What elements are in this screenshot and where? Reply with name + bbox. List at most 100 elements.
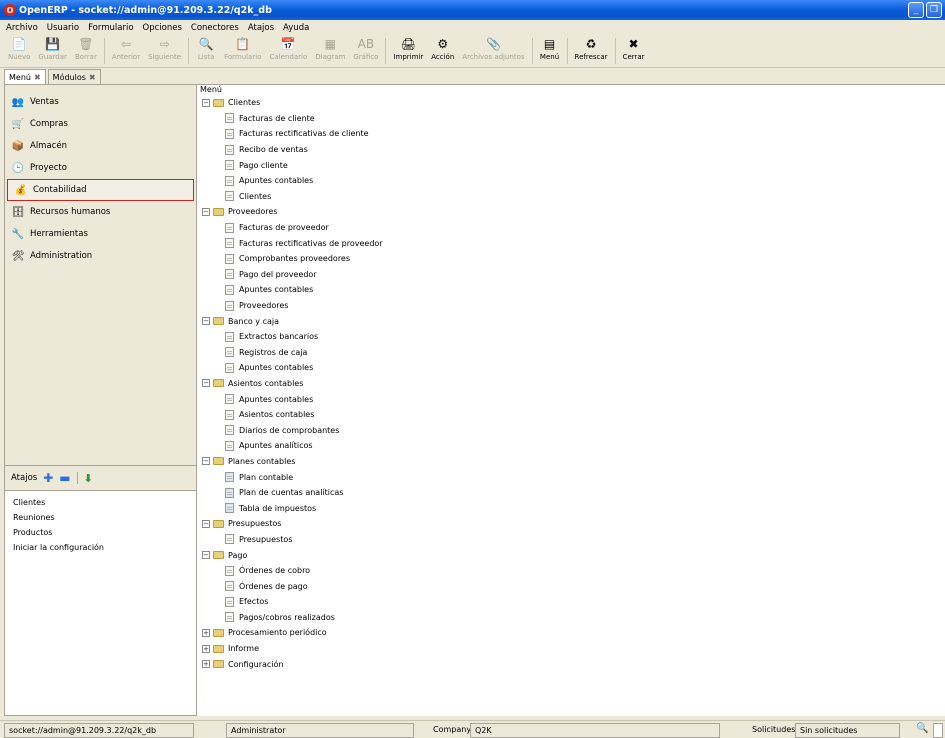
menu-formulario[interactable]: Formulario (88, 23, 133, 33)
tree-item-extractos-bancarios[interactable]: Extractos bancarios (200, 329, 945, 345)
tree-item-clientes[interactable]: Clientes (200, 189, 945, 205)
tree-item-pagos-cobros-realizados[interactable]: Pagos/cobros realizados (200, 610, 945, 626)
tree-folder-procesamiento-periodico[interactable]: + Procesamiento periódico (200, 625, 945, 641)
formulario-button[interactable]: 📋 Formulario (220, 36, 265, 66)
tree-item-apuntes-contables[interactable]: Apuntes contables (200, 391, 945, 407)
accion-button[interactable]: ⚙ Acción (427, 36, 458, 66)
tree-item-ordenes-de-pago[interactable]: Órdenes de pago (200, 578, 945, 594)
tree-item-presupuestos[interactable]: Presupuestos (200, 532, 945, 548)
add-shortcut-icon[interactable]: ✚ (43, 471, 53, 485)
collapse-icon[interactable]: − (202, 98, 210, 107)
status-end-box (933, 723, 943, 738)
module-proyecto[interactable]: 🕒 Proyecto (5, 157, 196, 179)
tree-item-facturas-rectificativas-de-cliente[interactable]: Facturas rectificativas de cliente (200, 126, 945, 142)
collapse-icon[interactable]: − (202, 519, 210, 528)
tree-item-tabla-de-impuestos[interactable]: Tabla de impuestos (200, 500, 945, 516)
shortcut-clientes[interactable]: Clientes (13, 495, 188, 510)
menu-opciones[interactable]: Opciones (143, 23, 182, 33)
close-icon[interactable]: ✖ (34, 73, 41, 82)
tree-folder-banco-y-caja[interactable]: − Banco y caja (200, 313, 945, 329)
shortcut-productos[interactable]: Productos (13, 525, 188, 540)
grafico-button[interactable]: AB Gráfico (349, 36, 382, 66)
tree-item-apuntes-contables[interactable]: Apuntes contables (200, 173, 945, 189)
tree-folder-proveedores[interactable]: − Proveedores (200, 204, 945, 220)
tree-item-apuntes-contables[interactable]: Apuntes contables (200, 360, 945, 376)
remove-shortcut-icon[interactable]: ▬ (59, 471, 70, 485)
restore-button[interactable]: ❐ (926, 2, 942, 18)
module-almacen[interactable]: 📦 Almacén (5, 135, 196, 157)
collapse-icon[interactable]: − (202, 551, 210, 560)
guardar-button[interactable]: 💾 Guardar (34, 36, 71, 66)
tree-item-efectos[interactable]: Efectos (200, 594, 945, 610)
tree-folder-asientos-contables[interactable]: − Asientos contables (200, 376, 945, 392)
module-administration[interactable]: 🛠 Administration (5, 245, 196, 267)
collapse-icon[interactable]: − (202, 379, 210, 388)
shortcut-reuniones[interactable]: Reuniones (13, 510, 188, 525)
module-compras[interactable]: 🛒 Compras (5, 113, 196, 135)
tree-folder-pago[interactable]: − Pago (200, 547, 945, 563)
tree-folder-configuracion[interactable]: + Configuración (200, 656, 945, 672)
minimize-button[interactable]: _ (908, 2, 924, 18)
document-icon (225, 269, 234, 280)
tree-item-diarios-de-comprobantes[interactable]: Diarios de comprobantes (200, 422, 945, 438)
tree-item-comprobantes-proveedores[interactable]: Comprobantes proveedores (200, 251, 945, 267)
expand-icon[interactable]: + (202, 644, 210, 653)
archivos-adjuntos-button[interactable]: 📎 Archivos adjuntos (458, 36, 528, 66)
refrescar-button[interactable]: ♻ Refrescar (571, 36, 612, 66)
tree-item-apuntes-analiticos[interactable]: Apuntes analíticos (200, 438, 945, 454)
menu-conectores[interactable]: Conectores (191, 23, 239, 33)
module-recursos-humanos[interactable]: 🗄 Recursos humanos (5, 201, 196, 223)
close-icon[interactable]: ✖ (89, 73, 96, 82)
search-icon[interactable]: 🔍 (916, 723, 930, 737)
collapse-icon[interactable]: − (202, 317, 210, 326)
collapse-icon[interactable]: − (202, 207, 210, 216)
tab-menu[interactable]: Menú ✖ (4, 69, 46, 84)
tree-item-apuntes-contables[interactable]: Apuntes contables (200, 282, 945, 298)
lista-button[interactable]: 🔍 Lista (192, 36, 220, 66)
document-icon (225, 394, 234, 405)
module-ventas[interactable]: 👥 Ventas (5, 91, 196, 113)
tree-item-pago-cliente[interactable]: Pago cliente (200, 157, 945, 173)
tree-label: Apuntes contables (239, 363, 314, 373)
tree-item-asientos-contables[interactable]: Asientos contables (200, 407, 945, 423)
shortcut-iniciar-la-configuracion[interactable]: Iniciar la configuración (13, 540, 188, 555)
tree-item-recibo-de-ventas[interactable]: Recibo de ventas (200, 142, 945, 158)
module-contabilidad[interactable]: 💰 Contabilidad (7, 179, 194, 201)
tree-label: Pago del proveedor (239, 269, 317, 279)
download-arrow-icon[interactable]: ⬇ (84, 472, 93, 485)
window-controls: _ ❐ (908, 2, 942, 18)
anterior-button[interactable]: ⇦ Anterior (108, 36, 144, 66)
menu-button[interactable]: ▤ Menú (536, 36, 564, 66)
tree-item-pago-del-proveedor[interactable]: Pago del proveedor (200, 267, 945, 283)
diagram-button[interactable]: ▦ Diagram (311, 36, 349, 66)
expand-icon[interactable]: + (202, 660, 210, 669)
calendario-button[interactable]: 📅 Calendario (266, 36, 312, 66)
tree-folder-planes-contables[interactable]: − Planes contables (200, 454, 945, 470)
tree-item-registros-de-caja[interactable]: Registros de caja (200, 345, 945, 361)
nuevo-button[interactable]: 📄 Nuevo (4, 36, 34, 66)
tree-folder-clientes[interactable]: − Clientes (200, 95, 945, 111)
tree-item-facturas-de-cliente[interactable]: Facturas de cliente (200, 111, 945, 127)
module-herramientas[interactable]: 🔧 Herramientas (5, 223, 196, 245)
cerrar-button[interactable]: ✖ Cerrar (619, 36, 649, 66)
borrar-button[interactable]: 🗑 Borrar (71, 36, 101, 66)
imprimir-button[interactable]: 🖨 Imprimir (389, 36, 427, 66)
tab-modules[interactable]: Módulos ✖ (47, 69, 101, 84)
expand-icon[interactable]: + (202, 628, 210, 637)
tree-folder-presupuestos[interactable]: − Presupuestos (200, 516, 945, 532)
tree-item-ordenes-de-cobro[interactable]: Órdenes de cobro (200, 563, 945, 579)
tree-folder-informe[interactable]: + Informe (200, 641, 945, 657)
tree-item-proveedores[interactable]: Proveedores (200, 298, 945, 314)
menu-archivo[interactable]: Archivo (6, 23, 38, 33)
menu-atajos[interactable]: Atajos (248, 23, 274, 33)
tree-item-facturas-de-proveedor[interactable]: Facturas de proveedor (200, 220, 945, 236)
siguiente-button[interactable]: ⇨ Siguiente (144, 36, 185, 66)
tree-item-facturas-rectificativas-de-proveedor[interactable]: Facturas rectificativas de proveedor (200, 235, 945, 251)
borrar-label: Borrar (74, 53, 97, 61)
menu-usuario[interactable]: Usuario (47, 23, 79, 33)
menu-ayuda[interactable]: Ayuda (283, 23, 309, 33)
tree-item-plan-de-cuentas-analiticas[interactable]: Plan de cuentas analíticas (200, 485, 945, 501)
collapse-icon[interactable]: − (202, 457, 210, 466)
tree-item-plan-contable[interactable]: Plan contable (200, 469, 945, 485)
calendario-label: Calendario (269, 53, 308, 61)
